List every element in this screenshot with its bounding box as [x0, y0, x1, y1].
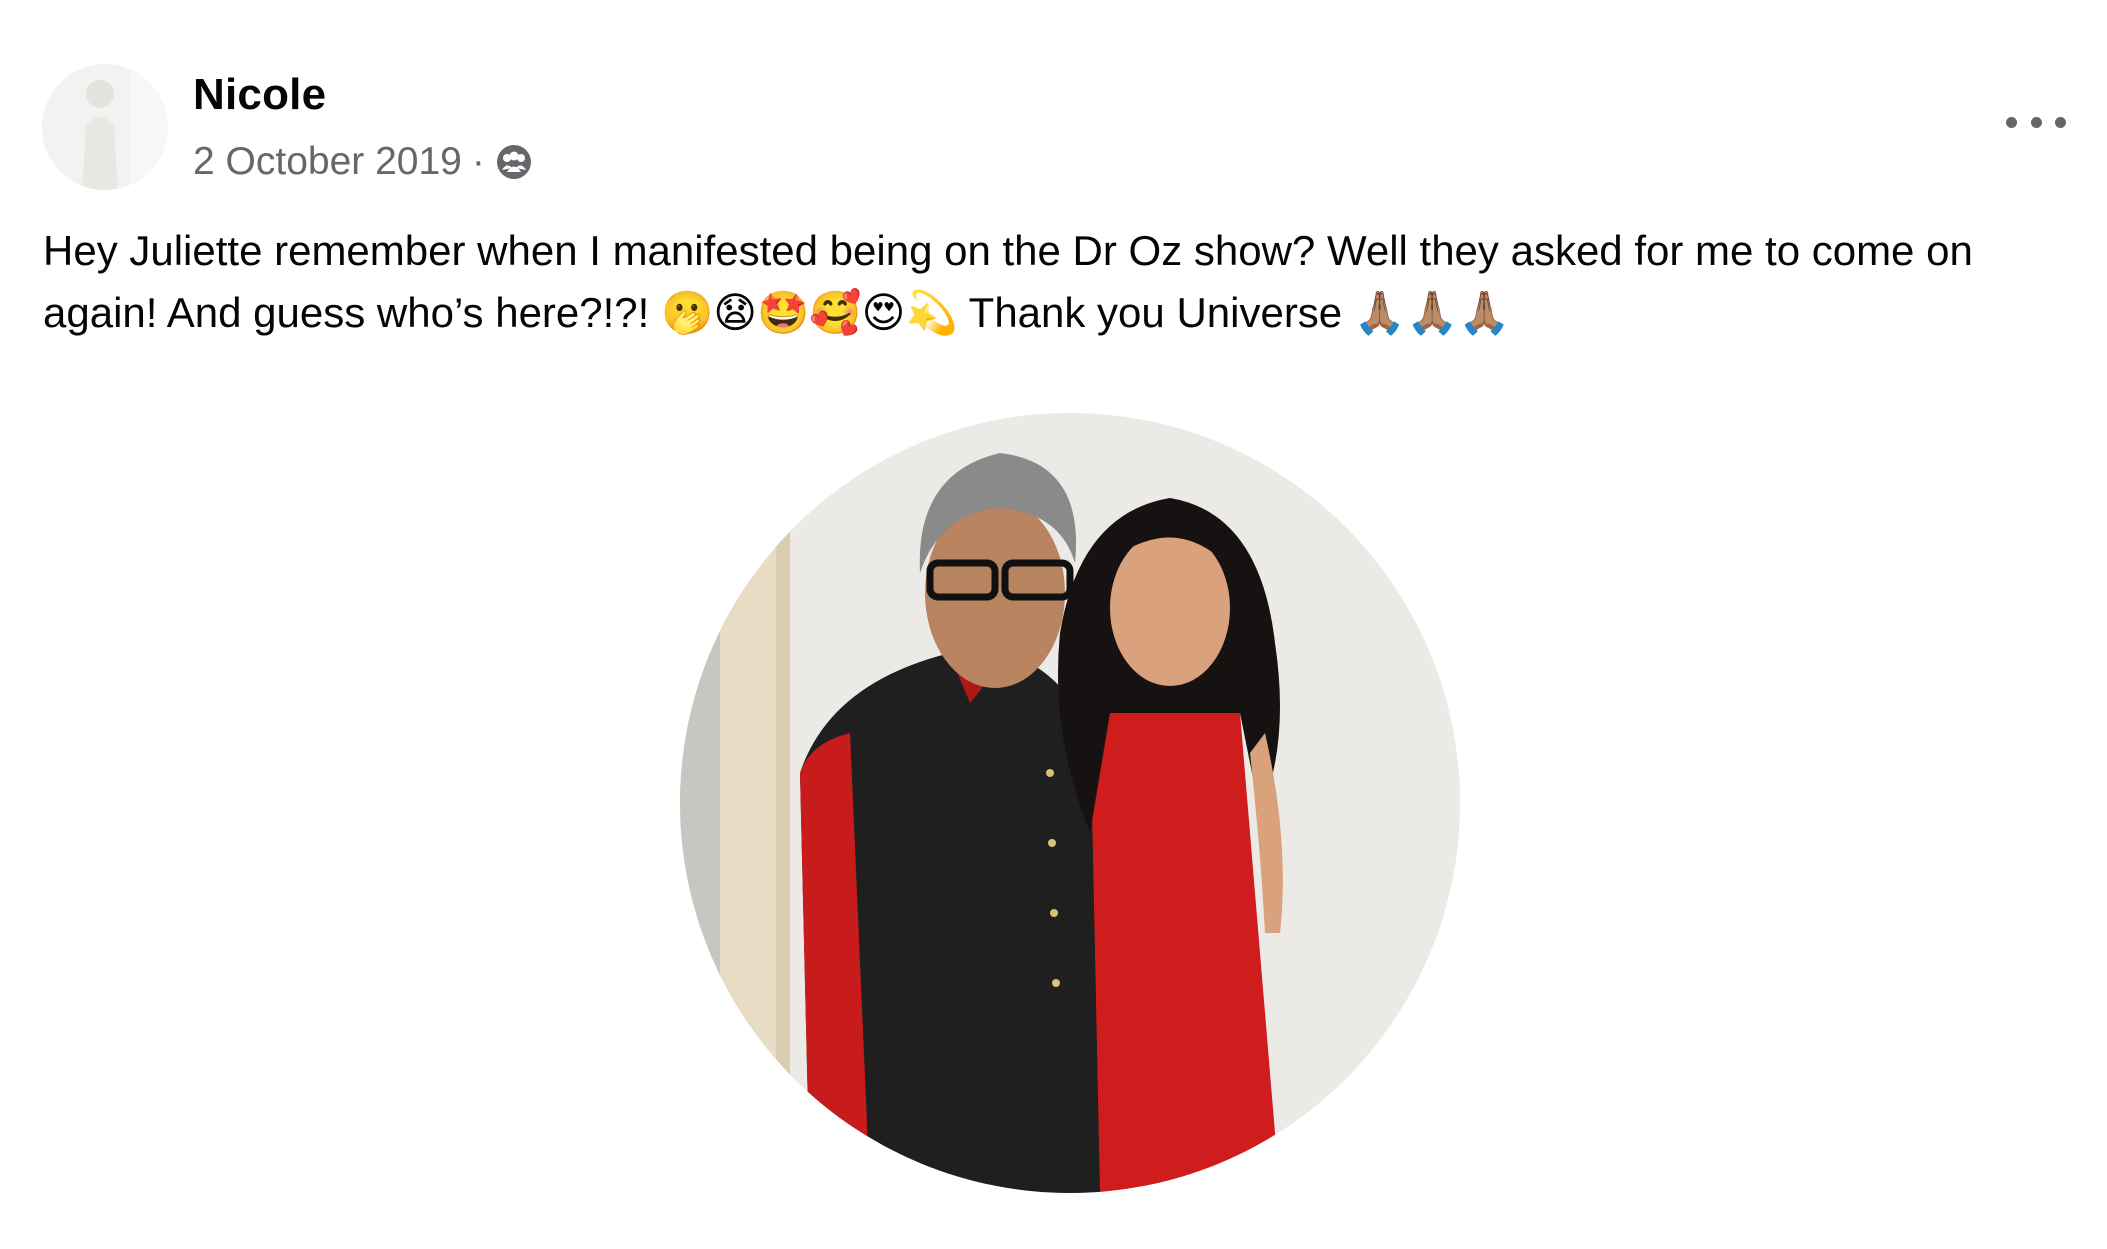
author-avatar[interactable] [42, 64, 168, 190]
author-name[interactable]: Nicole [193, 70, 326, 120]
post-photo[interactable] [680, 413, 1460, 1193]
meta-separator: · [471, 140, 485, 183]
friends-icon[interactable] [495, 143, 533, 181]
post-date[interactable]: 2 October 2019 [193, 140, 462, 184]
post-text: Hey Juliette remember when I manifested … [43, 227, 1985, 336]
post-card: Nicole 2 October 2019 · Hey Juliette rem… [0, 0, 2107, 1249]
post-meta: 2 October 2019 · [193, 138, 533, 186]
more-options-icon[interactable] [2006, 104, 2066, 140]
